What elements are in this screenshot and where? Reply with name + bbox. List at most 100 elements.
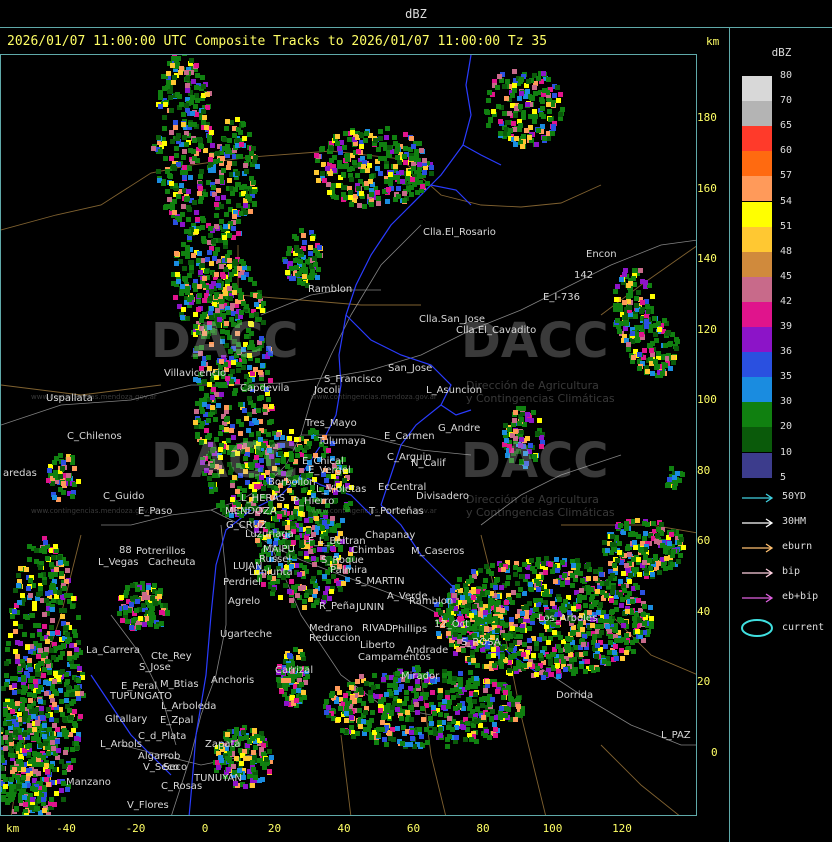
place-label: RIVAD bbox=[362, 623, 393, 634]
place-label: Anchoris bbox=[211, 675, 255, 686]
x-tick-label: 60 bbox=[406, 822, 421, 835]
x-tick-label: -40 bbox=[56, 822, 76, 835]
radar-map[interactable]: DACC DACC DACC DACC Dirección de Agricul… bbox=[0, 54, 697, 816]
dbz-color-swatch bbox=[742, 151, 772, 177]
top-title-bar: dBZ bbox=[0, 0, 832, 28]
place-label: E_I-736 bbox=[543, 292, 580, 303]
place-label: L_Arboleda bbox=[161, 701, 217, 712]
place-label: E_Paso bbox=[138, 506, 173, 517]
y-axis: 180 160 140 120 100 80 60 40 20 0 bbox=[697, 54, 729, 816]
watermark-logo-4: DACC bbox=[461, 433, 609, 489]
legend-panel: dBZ 80 70 65 60 57 54 51 48 45 42 39 36 35 30 20 10 5 50… bbox=[729, 28, 832, 842]
place-label: Liberto bbox=[360, 640, 395, 651]
dbz-color-swatch bbox=[742, 452, 772, 478]
place-label: Dorrida bbox=[556, 690, 594, 701]
dbz-level-label: 20 bbox=[780, 421, 793, 433]
watermark-text-2: Dirección de Agricultura y Contingencias … bbox=[466, 493, 615, 519]
dbz-color-swatch bbox=[742, 76, 772, 101]
place-label: Divisadero bbox=[416, 491, 470, 502]
dbz-color-swatch bbox=[742, 176, 772, 202]
x-axis-unit-label: km bbox=[6, 822, 20, 835]
place-label: Zapata bbox=[205, 739, 241, 750]
dbz-color-swatch bbox=[742, 251, 772, 277]
place-label: E_Vergel bbox=[308, 465, 351, 476]
track-arrow-icon bbox=[742, 568, 774, 578]
place-label: C_d_Plata bbox=[138, 731, 187, 742]
y-tick-label: 120 bbox=[697, 322, 717, 336]
place-label: Reduccion bbox=[309, 633, 361, 644]
track-arrow-icon bbox=[742, 493, 774, 503]
y-tick-label: 160 bbox=[697, 181, 717, 195]
place-label: Ramblon bbox=[409, 596, 454, 607]
place-label: Ramblon bbox=[308, 284, 353, 295]
dbz-level-label: 42 bbox=[780, 295, 793, 307]
place-label: M_Caseros bbox=[411, 546, 465, 557]
place-label: Uspallata bbox=[46, 393, 93, 404]
place-label: Russel bbox=[259, 554, 292, 565]
dbz-level-label: 30 bbox=[780, 396, 793, 408]
dbz-level-label: 35 bbox=[780, 371, 793, 383]
track-label: bip bbox=[782, 566, 801, 577]
dbz-color-swatch bbox=[742, 126, 772, 152]
dbz-level-label: 36 bbox=[780, 346, 793, 358]
place-label: L_HERAS bbox=[241, 493, 286, 504]
dbz-color-swatch bbox=[742, 327, 772, 352]
place-label: Tulumaya bbox=[318, 436, 366, 447]
place-label: Tres_Mayo bbox=[305, 418, 357, 429]
place-label: C_Guido bbox=[103, 491, 145, 502]
x-tick-label: 20 bbox=[267, 822, 282, 835]
place-label: Cacheuta bbox=[148, 557, 196, 568]
track-label: eb+bip bbox=[782, 591, 819, 602]
place-label: N_Calif bbox=[411, 458, 446, 469]
y-tick-label: 100 bbox=[697, 393, 717, 406]
place-label: L_Asuncion bbox=[426, 385, 483, 396]
place-label: Chapanay bbox=[365, 530, 416, 541]
place-label: Ugarteche bbox=[220, 629, 272, 640]
place-label: 88 bbox=[119, 545, 132, 556]
dbz-color-swatch bbox=[742, 201, 772, 227]
place-label: Cte_Rey bbox=[151, 651, 192, 662]
track-arrow-icon bbox=[742, 593, 774, 603]
track-label: eburn bbox=[782, 541, 813, 552]
place-label: T_Porteñas bbox=[369, 506, 424, 517]
track-arrow-icon bbox=[742, 518, 774, 528]
place-label: Borbollon bbox=[268, 477, 316, 488]
place-label: Mirador bbox=[401, 671, 440, 682]
place-label: P_Hierro bbox=[293, 496, 335, 507]
place-label: R_Peña bbox=[319, 601, 356, 612]
dbz-color-swatch bbox=[742, 402, 772, 428]
dbz-level-label: 60 bbox=[780, 145, 793, 157]
dbz-color-swatch bbox=[742, 427, 772, 453]
place-label: TUNUYAN bbox=[194, 773, 242, 784]
place-label: S_Francisco bbox=[324, 374, 383, 385]
place-label: Clla.San_Jose bbox=[419, 314, 486, 325]
place-label: Carrizal bbox=[275, 665, 314, 676]
place-label: Encon bbox=[586, 249, 617, 260]
place-label: San_Jose bbox=[388, 363, 433, 374]
legend-title: dBZ bbox=[771, 46, 792, 59]
x-tick-label: -20 bbox=[125, 822, 146, 835]
track-label: 50YD bbox=[782, 491, 807, 502]
current-ellipse-icon bbox=[741, 619, 773, 637]
dbz-level-label: 48 bbox=[780, 245, 793, 257]
x-tick-label: 100 bbox=[542, 822, 563, 835]
dbz-level-label: 45 bbox=[780, 270, 793, 282]
x-tick-label: 120 bbox=[612, 822, 632, 835]
place-label: Phillips bbox=[392, 624, 428, 635]
place-label: L_Violetas bbox=[316, 484, 367, 495]
dbz-level-label: 10 bbox=[780, 446, 793, 458]
dbz-level-label: 70 bbox=[780, 95, 793, 107]
place-label: Jocoli bbox=[314, 385, 341, 396]
dbz-color-swatch bbox=[742, 377, 772, 403]
place-label: Clla.El_Rosario bbox=[423, 227, 496, 238]
y-tick-label: 180 bbox=[697, 111, 717, 124]
dbz-color-swatch bbox=[742, 276, 772, 302]
place-label: Perdriel bbox=[223, 577, 261, 588]
place-label: La_Carrera bbox=[86, 645, 141, 656]
dbz-color-swatch bbox=[742, 226, 772, 252]
dbz-level-label: 80 bbox=[780, 70, 793, 81]
place-label: Algarrob bbox=[138, 751, 181, 762]
y-tick-label: 0 bbox=[711, 745, 718, 759]
watermark-text-1: Dirección de Agricultura y Contingencias … bbox=[466, 379, 615, 405]
place-label: Palmira bbox=[330, 565, 368, 576]
